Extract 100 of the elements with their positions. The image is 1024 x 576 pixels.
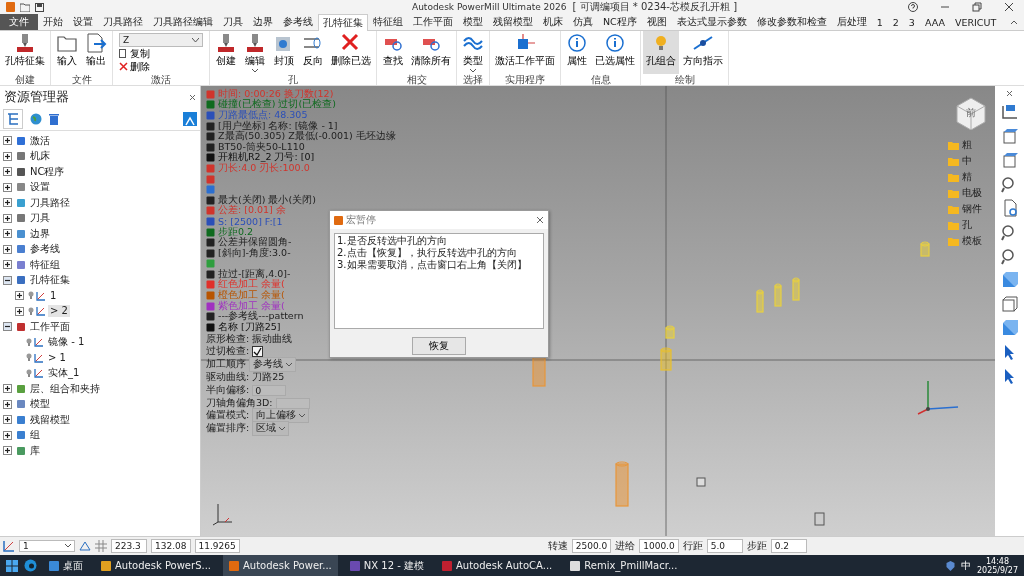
clock-time[interactable]: 14:48	[985, 556, 1009, 566]
coordinate-field[interactable]: 223.3	[111, 539, 147, 553]
tree-item[interactable]: 刀具	[28, 212, 52, 225]
param-field[interactable]: 2500.0	[571, 539, 612, 553]
expand-toggle[interactable]	[3, 415, 12, 425]
shield-icon[interactable]	[945, 560, 955, 571]
ribbon-tab[interactable]: 视图	[641, 14, 672, 30]
restore-icon[interactable]	[972, 2, 982, 12]
workplane-icon[interactable]	[3, 540, 15, 552]
bulb-icon[interactable]	[26, 353, 32, 363]
taskbar-item[interactable]: 桌面	[43, 555, 89, 576]
ribbon-tab[interactable]: 表达式显示参数	[671, 14, 752, 30]
expand-toggle[interactable]	[3, 151, 12, 161]
dropdown[interactable]: 参考线	[249, 357, 296, 373]
close-icon[interactable]	[1006, 90, 1013, 97]
tree-item[interactable]: 实体_1	[46, 367, 82, 380]
ribbon-tab[interactable]: 修改参数和检查	[751, 14, 832, 30]
expand-toggle[interactable]	[3, 229, 12, 239]
folder-label[interactable]: 中	[962, 154, 972, 168]
help-icon[interactable]	[908, 2, 918, 12]
close-icon[interactable]	[536, 216, 544, 224]
ribbon-button[interactable]: 类型	[459, 31, 487, 74]
dropdown[interactable]: 区域	[252, 421, 290, 437]
bookmark-icon[interactable]	[183, 112, 197, 126]
expand-toggle[interactable]	[3, 430, 12, 440]
ribbon-tab[interactable]: 刀具路径	[98, 14, 148, 30]
expand-toggle[interactable]	[3, 244, 12, 254]
cube-icon[interactable]	[1000, 151, 1019, 169]
taskbar-item[interactable]: Remix_PmillMacr...	[564, 555, 684, 576]
expand-toggle[interactable]	[3, 182, 12, 192]
tree-item[interactable]: 模型	[28, 398, 52, 411]
ribbon-tab[interactable]: NC程序	[598, 14, 642, 30]
workplane-icon[interactable]	[1000, 103, 1019, 121]
expand-toggle[interactable]	[3, 275, 12, 285]
folder-label[interactable]: 精	[962, 170, 972, 184]
folder-label[interactable]: 孔	[962, 218, 972, 232]
dropdown[interactable]: 向上偏移	[252, 408, 310, 424]
ribbon-button[interactable]: 编辑	[241, 31, 269, 74]
ribbon-tab[interactable]: 文件	[0, 14, 38, 30]
ribbon-tab[interactable]: 后处理	[831, 14, 872, 30]
param-field[interactable]: 5.0	[706, 539, 743, 553]
expand-toggle[interactable]	[3, 136, 12, 146]
dropdown[interactable]: Z	[119, 33, 203, 47]
clock-date[interactable]: 2025/9/27	[976, 565, 1018, 575]
ribbon-tab[interactable]: 1	[871, 14, 888, 30]
solid-icon[interactable]	[1000, 319, 1019, 337]
ribbon-button[interactable]: 删除已选	[328, 31, 374, 74]
tree-item[interactable]: NC程序	[28, 165, 67, 178]
solid-icon[interactable]	[1000, 271, 1019, 289]
ribbon-button[interactable]: 孔特征集	[2, 31, 48, 74]
taskbar-item[interactable]: Autodesk AutoCA...	[435, 555, 559, 576]
expand-toggle[interactable]	[3, 384, 12, 394]
input-field[interactable]: 0	[252, 384, 287, 396]
cube-icon[interactable]	[1000, 127, 1019, 145]
close-icon[interactable]	[189, 93, 196, 101]
bulb-icon[interactable]	[26, 337, 32, 347]
ribbon-button[interactable]: 查找	[379, 31, 407, 74]
collapse-icon[interactable]	[1010, 19, 1018, 25]
save-icon[interactable]	[35, 2, 44, 12]
tree-item[interactable]: 工作平面	[28, 320, 72, 333]
start-icon[interactable]	[6, 559, 18, 572]
ribbon-button[interactable]: 方向指示	[680, 31, 726, 74]
folder-label[interactable]: 粗	[962, 138, 972, 152]
ribbon-button[interactable]: 孔组合	[643, 31, 679, 74]
ribbon-tab[interactable]: 2	[887, 14, 904, 30]
folder-label[interactable]: 钢件	[962, 202, 982, 216]
tree-item[interactable]: 镜像 - 1	[46, 336, 87, 349]
tree-item[interactable]: 激活	[28, 134, 52, 147]
ribbon-button[interactable]: 反向	[299, 31, 327, 74]
folder-label[interactable]: 电极	[962, 186, 982, 200]
resume-button[interactable]: 恢复	[412, 337, 466, 355]
ribbon-button[interactable]: 创建	[212, 31, 240, 74]
coordinate-field[interactable]: 11.9265	[194, 539, 240, 553]
tree-item[interactable]: 机床	[28, 150, 52, 163]
tree-item[interactable]: > 2	[48, 305, 70, 318]
ribbon-tab[interactable]: 刀具路径编辑	[148, 14, 218, 30]
ribbon-button[interactable]: 激活工作平面	[492, 31, 558, 74]
ribbon-tab[interactable]: 工作平面	[408, 14, 458, 30]
tree-item[interactable]: 1	[48, 289, 59, 302]
wire-icon[interactable]	[1000, 295, 1019, 313]
ribbon-tab[interactable]: 机床	[538, 14, 568, 30]
tree-item[interactable]: 特征组	[28, 258, 62, 271]
ribbon-button[interactable]: 已选属性	[592, 31, 638, 74]
ribbon-tab[interactable]: VERICUT	[949, 14, 1002, 30]
ribbon-button[interactable]: 清除所有	[408, 31, 454, 74]
taskbar-item[interactable]: Autodesk Power...	[223, 555, 338, 576]
browser-icon[interactable]	[24, 559, 37, 572]
ribbon-tab[interactable]: 刀具	[218, 14, 248, 30]
expand-toggle[interactable]	[3, 260, 12, 270]
ribbon-tab[interactable]: 边界	[248, 14, 278, 30]
tree-item[interactable]: 组	[28, 429, 42, 442]
checkbox[interactable]	[252, 346, 264, 358]
workplane-dropdown[interactable]: 1	[19, 540, 75, 552]
open-icon[interactable]	[20, 2, 30, 12]
ribbon-tab[interactable]: 残留模型	[488, 14, 538, 30]
globe-icon[interactable]	[30, 113, 42, 125]
expand-toggle[interactable]	[3, 167, 12, 177]
ribbon-tab[interactable]: 仿真	[568, 14, 598, 30]
ribbon-tab[interactable]: AAA	[919, 14, 950, 30]
ribbon-tab[interactable]: 孔特征集	[318, 14, 368, 31]
